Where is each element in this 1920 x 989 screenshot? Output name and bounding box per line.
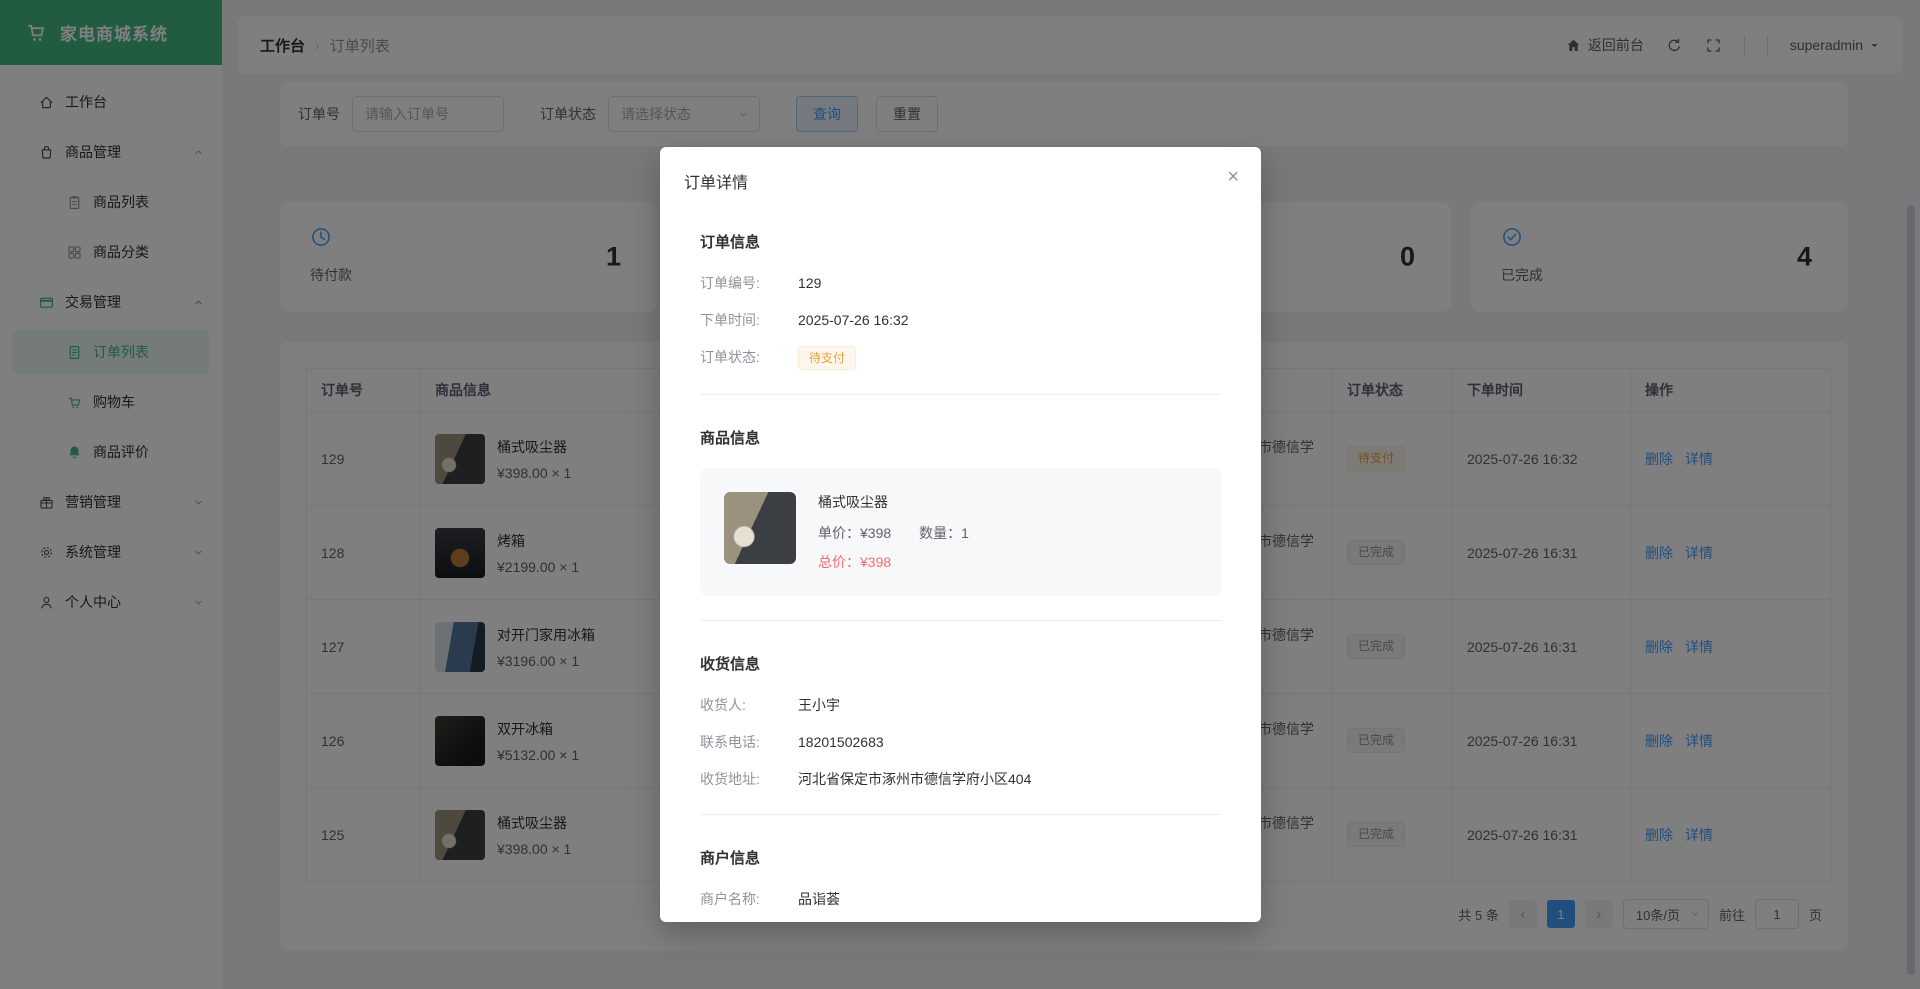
shipping-info-section-title: 收货信息: [700, 656, 761, 674]
field-value: 河北省保定市涿州市德信学府小区404: [798, 771, 1032, 788]
section-divider: [700, 394, 1221, 396]
modal-body: 订单信息 订单编号: 129 下单时间: 2025-07-26 16:32 订单…: [660, 231, 1261, 910]
field-row: 联系电话: 18201502683: [700, 731, 1221, 753]
section-divider: [700, 620, 1221, 622]
field-label: 商户名称:: [700, 891, 760, 908]
field-row: 订单状态: 待支付: [700, 346, 1221, 371]
field-value: 2025-07-26 16:32: [798, 312, 909, 328]
field-label: 下单时间:: [700, 312, 760, 328]
product-info-section-title: 商品信息: [700, 430, 761, 448]
page: 家电商城系统 工作台 商品管理 商品列表 商品分类 交易管理: [0, 0, 1920, 989]
product-quantity: 数量：1: [919, 525, 969, 542]
field-row: 下单时间: 2025-07-26 16:32: [700, 309, 1221, 331]
close-icon[interactable]: ×: [1227, 167, 1239, 187]
field-label: 订单状态:: [700, 349, 760, 365]
status-badge: 待支付: [798, 346, 857, 371]
product-total-price: 总价：¥398: [818, 554, 892, 571]
modal-header: 订单详情 ×: [660, 147, 1261, 199]
field-value: 品诣荟: [798, 891, 840, 908]
section-divider: [700, 814, 1221, 816]
field-value: 王小宇: [798, 697, 840, 714]
modal-product-card: 桶式吸尘器 单价：¥398 数量：1 总价：¥398: [700, 468, 1221, 597]
field-label: 收货人:: [700, 697, 746, 714]
field-label: 订单编号:: [700, 275, 760, 291]
field-value: 18201502683: [798, 734, 884, 751]
field-label: 收货地址:: [700, 771, 760, 788]
field-row: 收货人: 王小宇: [700, 694, 1221, 716]
modal-title: 订单详情: [684, 175, 749, 192]
merchant-info-section-title: 商户信息: [700, 850, 761, 868]
field-row: 订单编号: 129: [700, 272, 1221, 294]
field-row: 收货地址: 河北省保定市涿州市德信学府小区404: [700, 768, 1221, 790]
product-image: [724, 492, 796, 565]
field-value: 129: [798, 275, 822, 291]
order-info-section-title: 订单信息: [700, 234, 761, 251]
field-label: 联系电话:: [700, 734, 760, 751]
order-detail-modal: 订单详情 × 订单信息 订单编号: 129 下单时间: 2025-07-26 1…: [660, 147, 1261, 922]
product-name: 桶式吸尘器: [818, 494, 888, 511]
product-unit-price: 单价：¥398: [818, 525, 892, 542]
field-row: 商户名称: 品诣荟: [700, 888, 1221, 910]
